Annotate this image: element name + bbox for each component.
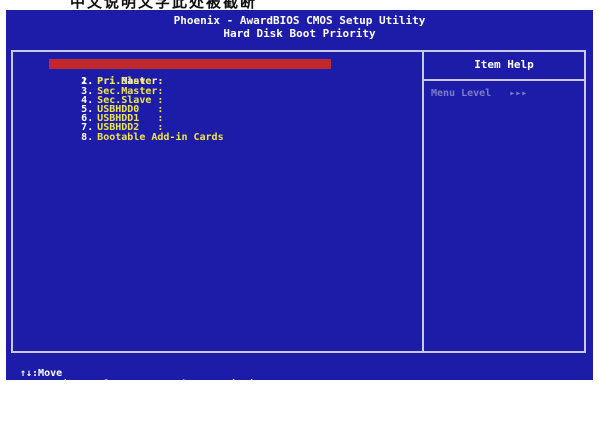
boot-item-2[interactable]: 2. Pri.Slave : [33,68,413,87]
header-subtitle: Hard Disk Boot Priority [223,27,376,40]
boot-priority-list: 1. Pri.Master: 2. Pri.Slave : 3. Sec.Master… [33,59,413,142]
boot-item-6[interactable]: 6. USBHDD1 : [33,105,413,124]
boot-item-4[interactable]: 4. Sec.Slave : [33,87,413,105]
boot-item-5[interactable]: 5. USBHDD0 : [33,96,413,114]
key-optimized-defaults: F7:Optimized Defaults [366,401,493,412]
boot-item-label: Bootable Add-in Cards [97,131,224,143]
panel-divider [422,52,424,351]
main-panel: 1. Pri.Master: 2. Pri.Slave : 3. Sec.Master… [11,50,586,353]
boot-item-1[interactable]: 1. Pri.Master: [33,59,413,87]
header-title: Phoenix - AwardBIOS CMOS Setup Utility [173,14,426,27]
boot-item-7[interactable]: 7. USBHDD2 : [33,114,413,133]
help-separator [424,79,584,81]
boot-item-3[interactable]: 3. Sec.Master: [33,77,413,96]
bios-screen: Phoenix - AwardBIOS CMOS Setup Utility H… [6,10,593,412]
key-fail-safe-defaults: F6:Fail-Safe Defaults [184,390,311,401]
boot-item-8[interactable]: 8. Bootable Add-in Cards [33,123,413,142]
item-help-title: Item Help [474,58,534,71]
key-help-footer: ↑↓:Move PU/PD/+/-:Change Priority F10:Sa… [6,355,593,412]
header: Phoenix - AwardBIOS CMOS Setup Utility H… [6,10,593,48]
menu-level: Menu Level ▸▸▸ [431,88,528,99]
